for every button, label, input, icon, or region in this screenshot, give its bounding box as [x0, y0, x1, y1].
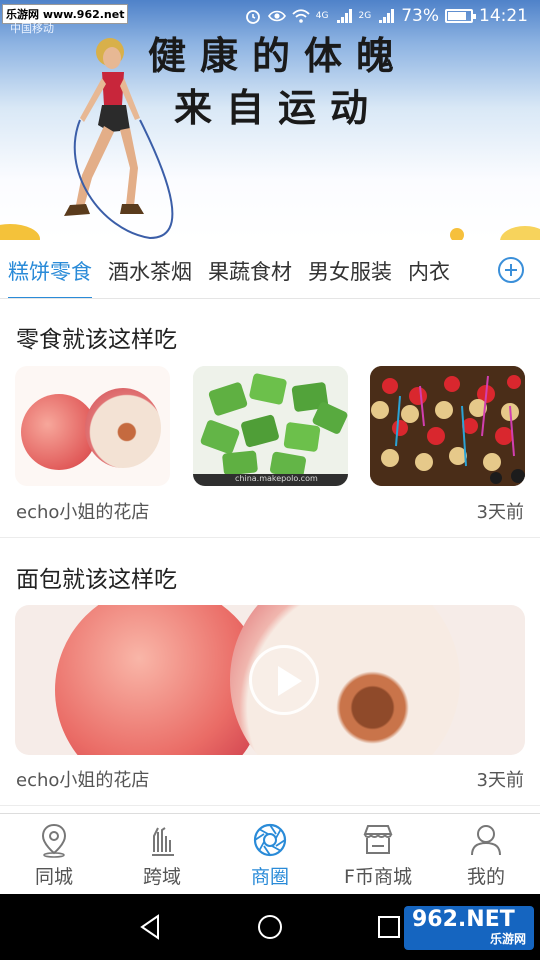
decor-sun-right: [500, 226, 540, 240]
battery-icon: [445, 9, 476, 23]
nav-item-me[interactable]: 我的: [432, 814, 540, 895]
banner[interactable]: 健康的体魄 来自运动: [0, 0, 540, 240]
home-icon[interactable]: [255, 912, 285, 942]
post-video[interactable]: [15, 605, 525, 755]
watermark-logo: 962.NET 乐游网: [404, 906, 534, 950]
post-image-peach[interactable]: [15, 366, 170, 486]
play-icon[interactable]: [249, 645, 319, 715]
decor-dot: [450, 228, 464, 240]
tab-underwear[interactable]: 内衣: [408, 256, 450, 298]
post-title: 零食就该这样吃: [16, 327, 177, 353]
battery-percent: 73%: [401, 6, 439, 26]
tab-clothing[interactable]: 男女服装: [308, 256, 392, 298]
watermark-sub: 乐游网: [489, 932, 526, 946]
nav-label: 跨域: [142, 866, 181, 888]
post-image-party-food[interactable]: [370, 366, 525, 486]
recents-icon[interactable]: [374, 912, 404, 942]
tab-produce[interactable]: 果蔬食材: [208, 256, 292, 298]
nav-item-cross-region[interactable]: 跨域: [108, 814, 216, 895]
location-pin-icon: [41, 823, 67, 858]
post-title: 面包就该这样吃: [16, 567, 177, 593]
clock: 14:21: [479, 6, 528, 26]
nav-item-business-circle[interactable]: 商圈: [216, 814, 324, 895]
back-icon[interactable]: [136, 912, 166, 942]
network-type-2: 2G: [358, 11, 372, 21]
nav-label: 我的: [466, 866, 505, 888]
nav-label: F币商城: [344, 866, 412, 888]
post-time: 3天前: [476, 770, 524, 791]
divider: [0, 805, 540, 806]
banner-line2: 来自运动: [174, 85, 383, 130]
category-tabs: 糕饼零食 酒水茶烟 果蔬食材 男女服装 内衣: [0, 240, 540, 299]
party-food-platter: [370, 366, 525, 486]
shop-name[interactable]: echo小姐的花店: [16, 766, 149, 792]
signal-icon-2: [379, 9, 395, 23]
status-icons: 4G 2G 73% 14:21: [244, 6, 528, 26]
divider: [0, 537, 540, 538]
network-type-1: 4G: [315, 11, 329, 21]
camera-aperture-icon: [253, 823, 287, 857]
banner-line1: 健康的体魄: [148, 33, 409, 78]
hand-icon: [152, 827, 174, 856]
alarm-icon: [245, 10, 260, 24]
signal-icon-1: [336, 9, 352, 23]
bottom-nav: 同城 跨域 商圈 F币商城 我的: [0, 813, 540, 894]
person-icon: [471, 825, 501, 856]
banner-title: 健康的体魄 来自运动: [148, 30, 408, 134]
nav-label: 商圈: [250, 866, 289, 888]
nav-label: 同城: [34, 866, 73, 888]
watermark-main: 962.NET: [412, 907, 515, 932]
plus-circle-icon[interactable]: [498, 257, 524, 283]
shop-name[interactable]: echo小姐的花店: [16, 498, 149, 524]
nav-item-local[interactable]: 同城: [0, 814, 108, 895]
eye-icon: [267, 10, 286, 22]
post-time: 3天前: [476, 502, 524, 523]
system-nav-bar: 962.NET 乐游网: [0, 894, 540, 960]
nav-item-fcoin-mall[interactable]: F币商城: [324, 814, 432, 895]
green-snack-packets: [193, 366, 348, 486]
post-image-snacks[interactable]: china.makepolo.com: [193, 366, 348, 486]
status-bar: 乐游网 www.962.net 中国移动 4G 2G 73% 14:21: [0, 0, 540, 36]
carrier-label: 中国移动: [10, 22, 54, 35]
decor-sun-left: [0, 224, 40, 240]
image-caption: china.makepolo.com: [235, 474, 318, 483]
tab-snacks[interactable]: 糕饼零食: [8, 256, 92, 298]
tab-drinks[interactable]: 酒水茶烟: [108, 256, 192, 298]
wifi-icon: [292, 9, 310, 23]
store-icon: [363, 825, 393, 854]
tab-fade: [468, 240, 492, 298]
